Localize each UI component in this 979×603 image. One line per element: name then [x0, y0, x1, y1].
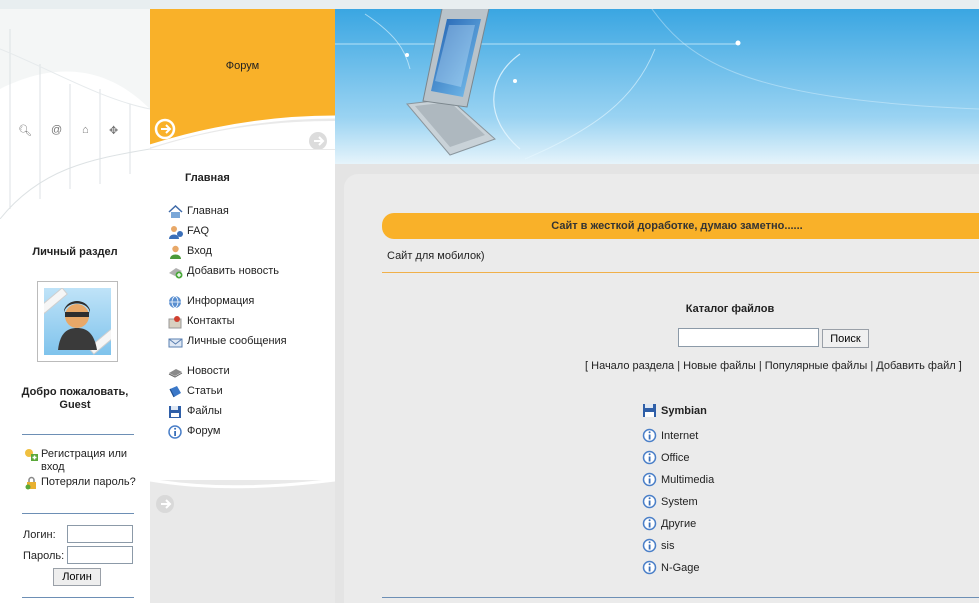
news-icon — [168, 369, 183, 378]
add-file-link[interactable]: Добавить файл — [876, 360, 955, 372]
info-icon — [642, 538, 657, 553]
register-icon — [25, 449, 38, 461]
personal-section-title: Личный раздел — [32, 246, 118, 258]
articles-icon — [169, 386, 181, 398]
notice-text: Сайт в жесткой доработке, думаю заметно.… — [551, 220, 803, 232]
divider — [22, 513, 134, 514]
guest-avatar-icon — [38, 287, 118, 355]
faq-icon — [169, 226, 183, 239]
nav-bottom-decoration — [150, 480, 335, 603]
info-icon — [642, 428, 657, 443]
info-icon — [642, 472, 657, 487]
left-decoration — [0, 9, 150, 219]
at-icon[interactable]: @ — [51, 124, 62, 136]
lost-password-icon — [25, 476, 36, 490]
mail-icon — [168, 338, 183, 348]
welcome-text: Добро пожаловать, Guest — [21, 386, 129, 411]
divider — [382, 272, 979, 273]
password-input[interactable] — [67, 546, 133, 564]
user-icon — [170, 245, 181, 259]
avatar — [37, 281, 118, 362]
home-icon[interactable]: ⌂ — [82, 124, 89, 136]
forum-header-block — [150, 9, 335, 149]
search-icon[interactable]: 🔍︎ — [18, 124, 32, 137]
catalog-links: [ Начало раздела | Новые файлы | Популяр… — [585, 360, 962, 372]
password-label: Пароль: — [23, 550, 65, 562]
info-icon — [642, 494, 657, 509]
divider — [22, 434, 134, 435]
divider — [382, 597, 979, 598]
globe-icon — [169, 295, 181, 309]
info-icon — [168, 425, 182, 439]
info-icon — [642, 450, 657, 465]
move-icon[interactable]: ✥ — [109, 124, 118, 137]
floppy-icon — [169, 406, 181, 418]
search-input[interactable] — [678, 328, 819, 347]
info-icon — [642, 516, 657, 531]
login-label: Логин: — [23, 529, 56, 541]
new-files-link[interactable]: Новые файлы — [683, 360, 756, 372]
info-icon — [642, 560, 657, 575]
forum-title: Форум — [225, 60, 260, 72]
login-input[interactable] — [67, 525, 133, 543]
search-button[interactable]: Поиск — [822, 329, 869, 348]
header-banner — [335, 9, 979, 164]
popular-files-link[interactable]: Популярные файлы — [765, 360, 868, 372]
section-start-link[interactable]: Начало раздела — [591, 360, 674, 372]
nav-heading: Главная — [185, 172, 230, 184]
site-subtitle: Сайт для мобилок) — [387, 250, 485, 262]
home-icon — [168, 205, 183, 218]
contacts-icon — [168, 316, 182, 329]
add-news-icon — [169, 268, 183, 279]
notice-banner: Сайт в жесткой доработке, думаю заметно.… — [382, 213, 979, 239]
floppy-icon — [643, 404, 656, 417]
login-button[interactable]: Логин — [53, 568, 101, 586]
divider — [22, 597, 134, 598]
catalog-title: Каталог файлов — [685, 303, 775, 315]
quick-icons: 🔍︎ @ ⌂ ✥ — [18, 124, 128, 140]
